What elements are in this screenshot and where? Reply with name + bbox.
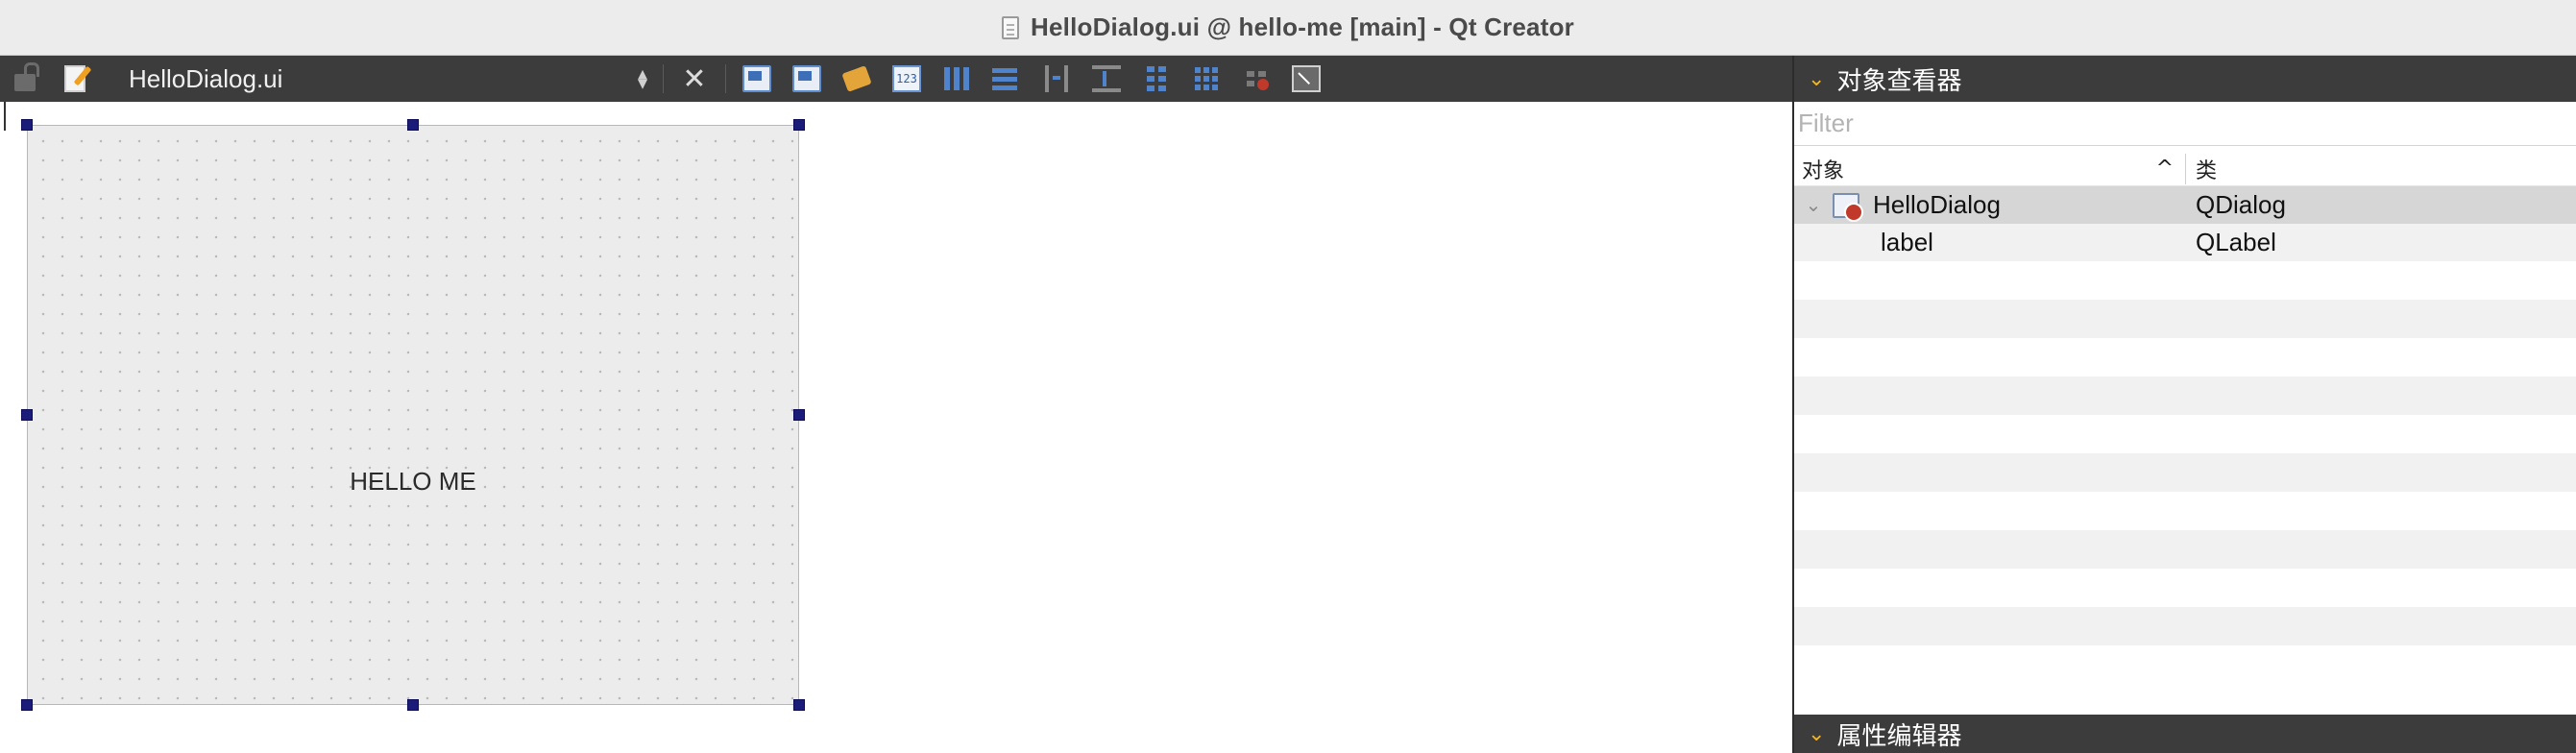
buddies-tag-icon xyxy=(841,65,872,92)
hello-label[interactable]: HELLO ME xyxy=(28,467,798,497)
column-header-object[interactable]: 对象 ^ xyxy=(1794,153,2186,184)
filter-input[interactable] xyxy=(1798,109,2576,138)
chevron-down-icon: ⌄ xyxy=(1808,66,1826,91)
close-icon: ✕ xyxy=(682,61,707,96)
resize-handle-bottom[interactable] xyxy=(407,699,419,711)
toolbar-separator xyxy=(663,64,664,93)
tree-cell-object: label xyxy=(1794,228,2186,257)
tree-row-hellodialog[interactable]: ⌄ HelloDialog QDialog xyxy=(1794,186,2576,224)
grid-layout-icon xyxy=(1192,65,1221,92)
empty-row xyxy=(1794,376,2576,415)
edit-signals-slots-button[interactable] xyxy=(788,60,826,98)
empty-row xyxy=(1794,569,2576,607)
vertical-splitter-icon xyxy=(1092,65,1121,92)
empty-row xyxy=(1794,261,2576,300)
break-layout-button[interactable] xyxy=(1237,60,1276,98)
form-layout-icon xyxy=(1142,65,1171,92)
form-layout-button[interactable] xyxy=(1137,60,1176,98)
edit-icon xyxy=(64,65,85,92)
grid-layout-button[interactable] xyxy=(1187,60,1226,98)
open-file-name: HelloDialog.ui xyxy=(129,63,283,93)
document-icon xyxy=(1002,15,1020,39)
dialog-form[interactable]: HELLO ME xyxy=(27,125,799,705)
object-name: HelloDialog xyxy=(1873,190,2001,219)
class-name: QLabel xyxy=(2196,228,2276,256)
empty-row xyxy=(1794,338,2576,376)
layout-horizontal-button[interactable] xyxy=(937,60,976,98)
resize-handle-bottom-right[interactable] xyxy=(793,699,805,711)
resize-handle-right[interactable] xyxy=(793,409,805,421)
column-header-class[interactable]: 类 xyxy=(2186,154,2217,184)
property-editor-header[interactable]: ⌄ 属性编辑器 xyxy=(1794,715,2576,753)
lock-button[interactable] xyxy=(6,60,44,98)
property-editor-title: 属性编辑器 xyxy=(1836,721,1962,751)
empty-row xyxy=(1794,607,2576,645)
adjust-size-icon xyxy=(1292,65,1321,92)
empty-row xyxy=(1794,453,2576,492)
layout-horizontal-icon xyxy=(942,65,971,92)
edit-mode-button[interactable] xyxy=(56,60,94,98)
signals-slots-icon xyxy=(792,65,821,92)
combo-arrows-icon: ▴ ▾ xyxy=(637,63,647,94)
column-header-object-label: 对象 xyxy=(1802,158,1845,183)
edit-widgets-icon xyxy=(742,65,771,92)
right-dock-panel: ⌄ 对象查看器 对象 ^ 类 ⌄ HelloDialog QDialog lab… xyxy=(1792,56,2576,753)
chevron-down-icon: ⌄ xyxy=(1808,721,1826,746)
open-file-combo[interactable]: HelloDialog.ui ▴ ▾ xyxy=(100,60,657,98)
object-inspector-title: 对象查看器 xyxy=(1836,66,1962,96)
close-document-button[interactable]: ✕ xyxy=(675,60,714,98)
layout-vertical-icon xyxy=(992,65,1021,92)
vertical-splitter-button[interactable] xyxy=(1087,60,1126,98)
tab-order-icon: 123 xyxy=(892,65,921,92)
class-name: QDialog xyxy=(2196,190,2286,219)
toolbar-separator xyxy=(725,64,726,93)
tree-cell-object: ⌄ HelloDialog xyxy=(1794,190,2186,222)
designer-toolbar: HelloDialog.ui ▴ ▾ ✕ 123 xyxy=(0,56,1792,102)
horizontal-splitter-icon xyxy=(1045,65,1068,92)
break-layout-icon xyxy=(1242,65,1271,92)
empty-row xyxy=(1794,492,2576,530)
form-designer-area: HelloDialog.ui ▴ ▾ ✕ 123 HELLO ME xyxy=(0,56,1792,753)
object-inspector-header[interactable]: ⌄ 对象查看器 xyxy=(1794,56,2576,102)
column-header-class-label: 类 xyxy=(2196,158,2218,183)
edit-buddies-button[interactable] xyxy=(838,60,876,98)
sort-ascending-icon: ^ xyxy=(2155,157,2174,181)
canvas-edge xyxy=(4,102,6,131)
empty-row xyxy=(1794,530,2576,569)
edit-widgets-button[interactable] xyxy=(738,60,776,98)
object-tree-header: 对象 ^ 类 xyxy=(1794,152,2576,186)
resize-handle-top[interactable] xyxy=(407,119,419,131)
dialog-icon xyxy=(1833,192,1863,222)
horizontal-splitter-button[interactable] xyxy=(1037,60,1076,98)
resize-handle-top-left[interactable] xyxy=(21,119,33,131)
expand-arrow-icon[interactable]: ⌄ xyxy=(1794,193,1833,217)
adjust-size-button[interactable] xyxy=(1287,60,1325,98)
empty-row xyxy=(1794,300,2576,338)
layout-vertical-button[interactable] xyxy=(987,60,1026,98)
resize-handle-left[interactable] xyxy=(21,409,33,421)
resize-handle-top-right[interactable] xyxy=(793,119,805,131)
filter-field[interactable] xyxy=(1794,102,2576,146)
window-title-bar: HelloDialog.ui @ hello-me [main] - Qt Cr… xyxy=(0,0,2576,56)
tree-row-label[interactable]: label QLabel xyxy=(1794,224,2576,261)
lock-icon xyxy=(14,62,39,91)
empty-row xyxy=(1794,415,2576,453)
object-name: label xyxy=(1881,228,1933,256)
resize-handle-bottom-left[interactable] xyxy=(21,699,33,711)
window-title: HelloDialog.ui @ hello-me [main] - Qt Cr… xyxy=(1031,12,1574,41)
edit-tab-order-button[interactable]: 123 xyxy=(887,60,926,98)
